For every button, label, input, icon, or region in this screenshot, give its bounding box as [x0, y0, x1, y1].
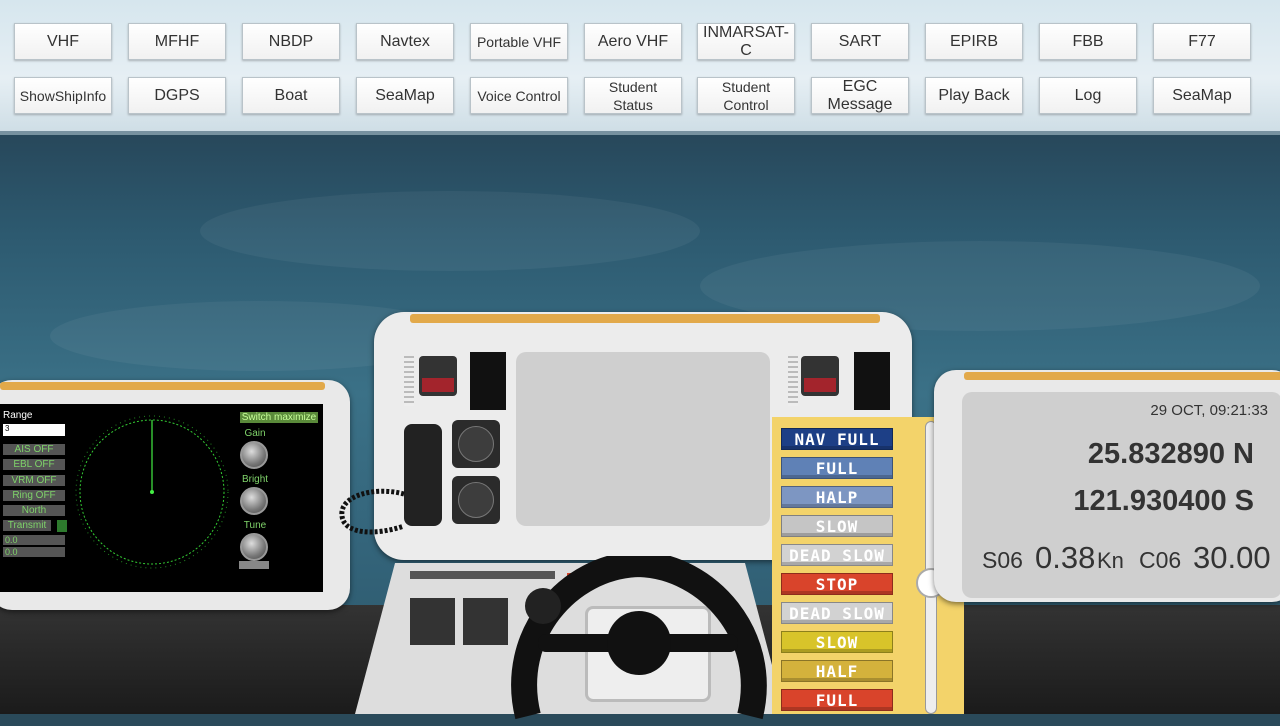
- toolbar-nbdp-button[interactable]: NBDP: [242, 23, 340, 60]
- telegraph-order-nav-full-0[interactable]: NAV FULL: [781, 428, 893, 450]
- left-grid-display: [470, 352, 506, 410]
- dial-gauge-top: [452, 420, 500, 468]
- toolbar-epirb-button[interactable]: EPIRB: [925, 23, 1023, 60]
- radar-panel: Range 3 Switch maximize AIS OFF EBL OFF …: [0, 380, 350, 610]
- radar-value-2: 0.0: [3, 547, 65, 557]
- range-input[interactable]: 3: [3, 424, 65, 436]
- toolbar-voice-control-button[interactable]: Voice Control: [470, 77, 568, 114]
- helm-pad-middle: [463, 598, 508, 645]
- dial-gauge-bottom: [452, 476, 500, 524]
- speed-unit: Kn: [1097, 548, 1124, 573]
- gain-label: Gain: [244, 428, 266, 439]
- phone-cord: [339, 488, 405, 535]
- right-gauge: [801, 356, 839, 396]
- tune-knob[interactable]: [240, 533, 268, 561]
- transmit-button[interactable]: Transmit: [3, 520, 51, 531]
- helm-pad-left: [410, 598, 455, 645]
- left-gauge: [419, 356, 457, 396]
- toolbar-vhf-button[interactable]: VHF: [14, 23, 112, 60]
- telegraph-order-halp-2[interactable]: HALP: [781, 486, 893, 508]
- steering-wheel-icon[interactable]: [508, 556, 770, 726]
- toolbar-mfhf-button[interactable]: MFHF: [128, 23, 226, 60]
- toolbar-showshipinfo-button[interactable]: ShowShipInfo: [14, 77, 112, 114]
- toolbar-play-back-button[interactable]: Play Back: [925, 77, 1023, 114]
- toolbar-seamap-button[interactable]: SeaMap: [356, 77, 454, 114]
- ring-toggle-button[interactable]: Ring OFF: [3, 490, 65, 501]
- console-screen: [516, 352, 770, 526]
- course-label: C06: [1139, 547, 1182, 573]
- toolbar-inmarsat-c-button[interactable]: INMARSAT-C: [697, 23, 795, 60]
- nav-info-screen: 29 OCT, 09:21:33 25.832890 N 121.930400 …: [962, 392, 1280, 598]
- toolbar-dgps-button[interactable]: DGPS: [128, 77, 226, 114]
- toolbar-student-control-button[interactable]: Student Control: [697, 77, 795, 114]
- telegraph-order-full-1[interactable]: FULL: [781, 457, 893, 479]
- radar-small-button[interactable]: [239, 561, 269, 569]
- speed-label: S06: [982, 547, 1023, 573]
- latitude-text: 25.832890 N: [1087, 438, 1254, 470]
- horizon-line: [0, 131, 1280, 135]
- toolbar-log-button[interactable]: Log: [1039, 77, 1137, 114]
- datetime-text: 29 OCT, 09:21:33: [1150, 402, 1268, 419]
- toolbar-fbb-button[interactable]: FBB: [1039, 23, 1137, 60]
- right-grid-display: [854, 352, 890, 410]
- ais-toggle-button[interactable]: AIS OFF: [3, 444, 65, 455]
- radar-scope: [75, 415, 229, 569]
- ebl-toggle-button[interactable]: EBL OFF: [3, 459, 65, 470]
- telegraph-order-stop-5[interactable]: STOP: [781, 573, 893, 595]
- radar-screen: Range 3 Switch maximize AIS OFF EBL OFF …: [0, 404, 323, 592]
- telegraph-order-full-9[interactable]: FULL: [781, 689, 893, 711]
- telegraph-order-dead-slow-4[interactable]: DEAD SLOW: [781, 544, 893, 566]
- left-slider[interactable]: [404, 356, 414, 406]
- speed-value: 0.38: [1035, 540, 1096, 575]
- switch-maximize-button[interactable]: Switch maximize: [240, 412, 318, 423]
- north-button[interactable]: North: [3, 505, 65, 516]
- right-slider[interactable]: [788, 356, 798, 406]
- telegraph-order-half-8[interactable]: HALF: [781, 660, 893, 682]
- toolbar-f77-button[interactable]: F77: [1153, 23, 1251, 60]
- info-strip: [964, 372, 1280, 380]
- telegraph-order-slow-7[interactable]: SLOW: [781, 631, 893, 653]
- toolbar-portable-vhf-button[interactable]: Portable VHF: [470, 23, 568, 60]
- toolbar-egc-message-button[interactable]: EGC Message: [811, 77, 909, 114]
- toolbar-navtex-button[interactable]: Navtex: [356, 23, 454, 60]
- radar-value-1: 0.0: [3, 535, 65, 545]
- bright-label: Bright: [241, 474, 269, 485]
- telegraph-order-dead-slow-6[interactable]: DEAD SLOW: [781, 602, 893, 624]
- range-label: Range: [3, 410, 33, 421]
- toolbar-sart-button[interactable]: SART: [811, 23, 909, 60]
- bright-knob[interactable]: [240, 487, 268, 515]
- telegraph-order-slow-3[interactable]: SLOW: [781, 515, 893, 537]
- longitude-text: 121.930400 S: [1073, 485, 1254, 517]
- tune-label: Tune: [243, 520, 267, 531]
- vrm-toggle-button[interactable]: VRM OFF: [3, 475, 65, 486]
- panel-strip: [0, 382, 325, 390]
- toolbar-aero-vhf-button[interactable]: Aero VHF: [584, 23, 682, 60]
- gain-knob[interactable]: [240, 441, 268, 469]
- toolbar-boat-button[interactable]: Boat: [242, 77, 340, 114]
- console-strip: [410, 314, 880, 323]
- transmit-indicator: [57, 520, 67, 532]
- toolbar-seamap-button[interactable]: SeaMap: [1153, 77, 1251, 114]
- top-toolbar: VHF MFHF NBDP Navtex Portable VHF Aero VHF INM…: [0, 0, 1280, 131]
- toolbar-student-status-button[interactable]: Student Status: [584, 77, 682, 114]
- course-value: 30.00: [1193, 540, 1271, 575]
- nav-info-panel: 29 OCT, 09:21:33 25.832890 N 121.930400 …: [934, 370, 1280, 602]
